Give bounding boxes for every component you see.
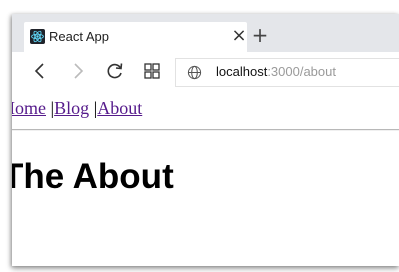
url-path: :3000/about (267, 64, 336, 79)
nav-links: Home |Blog |About (12, 98, 142, 119)
close-tab-icon[interactable]: × (229, 26, 249, 46)
divider (12, 129, 399, 131)
new-tab-icon[interactable]: + (249, 24, 271, 46)
tab-grid-icon[interactable] (141, 60, 163, 82)
nav-link-blog[interactable]: Blog (54, 98, 89, 118)
tab-react-app[interactable]: React App × (24, 22, 247, 52)
browser-window: React App × + localhost:3000/about ome |… (12, 14, 399, 266)
tab-strip: React App × + (12, 14, 399, 52)
url-host: localhost (216, 64, 268, 79)
nav-link-about[interactable]: About (97, 98, 142, 118)
browser-toolbar: localhost:3000/about (12, 52, 399, 90)
react-logo-icon (30, 29, 45, 44)
page-content: Home |Blog |About The About (12, 90, 399, 266)
screenshot-frame: React App × + localhost:3000/about ome |… (0, 0, 399, 272)
arrow-right-icon[interactable] (67, 60, 89, 82)
address-bar[interactable]: localhost:3000/about (175, 58, 399, 87)
nav-link-home[interactable]: Home (12, 98, 46, 118)
url-text: localhost:3000/about (216, 64, 336, 79)
page-heading: The About (12, 157, 174, 196)
reload-icon[interactable] (104, 60, 126, 82)
arrow-left-icon[interactable] (29, 60, 51, 82)
tab-title: React App (49, 29, 109, 44)
globe-icon (187, 65, 202, 80)
